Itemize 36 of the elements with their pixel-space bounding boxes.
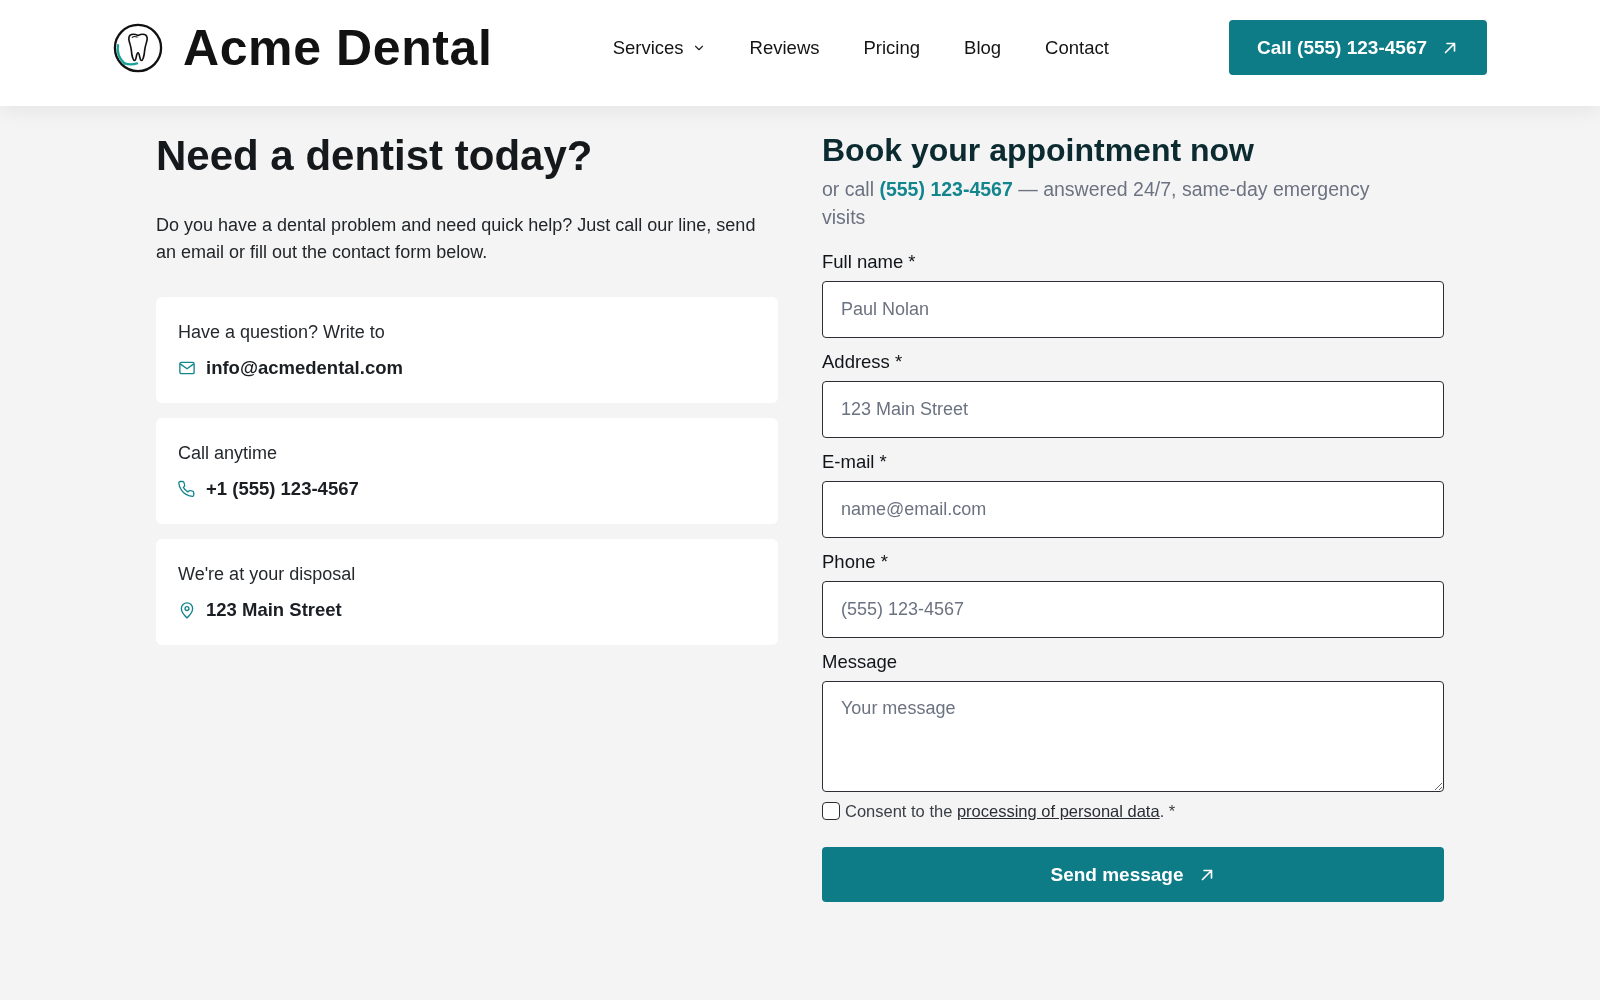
field-label: Phone *: [822, 550, 889, 574]
logo-link[interactable]: Acme Dental: [113, 22, 493, 73]
text-field[interactable]: Paul Nolan: [822, 281, 1444, 338]
field-label: Message: [822, 650, 899, 674]
map-pin-icon: [178, 601, 196, 619]
consent-text: Consent to the processing of personal data. *: [845, 801, 1176, 822]
text-field[interactable]: name@email.com: [822, 481, 1444, 538]
email-link[interactable]: info@acmedental.com: [206, 355, 403, 381]
text-field[interactable]: 123 Main Street: [822, 381, 1444, 438]
form-heading: Book your appointment now: [822, 131, 1255, 170]
privacy-link[interactable]: processing of personal data: [956, 802, 1160, 820]
phone-link[interactable]: +1 (555) 123-4567: [206, 476, 359, 502]
call-button[interactable]: Call (555) 123-4567: [1229, 20, 1487, 75]
field-label: Address *: [822, 350, 904, 374]
field-label: E-mail *: [822, 450, 888, 474]
nav-link[interactable]: Reviews: [749, 35, 820, 60]
page-heading: Need a dentist today?: [156, 131, 594, 181]
tooth-logo-icon: [113, 22, 163, 73]
phone-icon: [178, 480, 196, 498]
nav-link[interactable]: Blog: [964, 35, 1002, 60]
mail-icon: [178, 359, 196, 377]
nav-link[interactable]: Pricing: [863, 35, 921, 60]
card-caption: Call anytime: [178, 442, 279, 465]
card-caption: We're at your disposal: [178, 563, 357, 586]
form-subtitle: or call (555) 123-4567 — answered 24/7, same-day emergency visits: [822, 177, 1371, 230]
nav-link[interactable]: Services: [612, 35, 706, 60]
intro-paragraph: Do you have a dental problem and need quick help? Just call our line, send an email or fill out the contact form below.: [156, 214, 757, 264]
nav-link[interactable]: Contact: [1045, 35, 1109, 60]
card-caption: Have a question? Write to: [178, 321, 386, 344]
phone-link[interactable]: (555) 123-4567: [879, 178, 1013, 200]
field-label: Full name *: [822, 250, 917, 274]
consent-checkbox[interactable]: [822, 802, 840, 820]
text-field[interactable]: (555) 123-4567: [822, 581, 1444, 638]
message-field[interactable]: Your message: [822, 681, 1444, 792]
send-button[interactable]: Send message: [822, 847, 1444, 902]
address-text: 123 Main Street: [206, 598, 342, 622]
